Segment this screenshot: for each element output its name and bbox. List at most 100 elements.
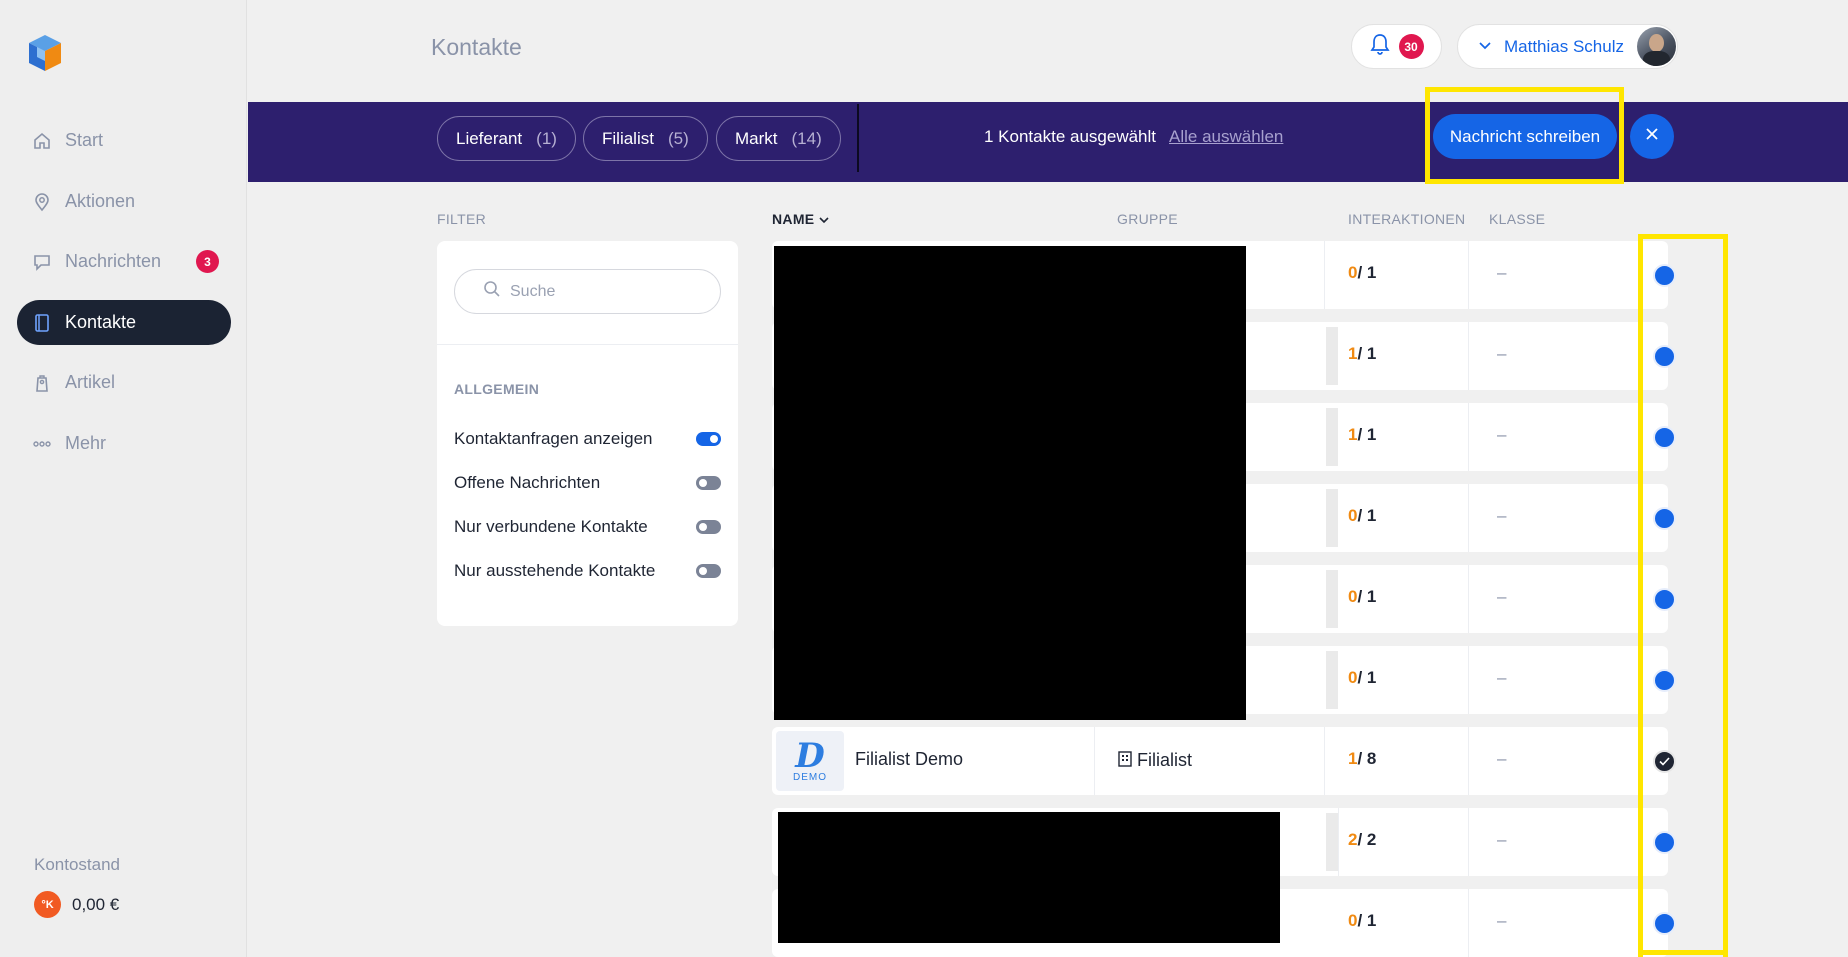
account-balance-value: 0,00 € xyxy=(72,894,120,914)
toggle-kontaktanfragen[interactable] xyxy=(696,432,721,446)
toggle-label: Offene Nachrichten xyxy=(454,473,601,492)
filter-chip-markt[interactable]: Markt (14) xyxy=(716,116,841,161)
coin-icon: °K xyxy=(34,891,61,918)
divider xyxy=(437,344,738,345)
sidebar-item-start[interactable]: Start xyxy=(17,118,231,163)
bell-icon xyxy=(1369,33,1390,60)
interactions-count: 0/ 1 xyxy=(1348,263,1377,282)
class-value: – xyxy=(1497,506,1507,525)
contact-logo: D DEMO xyxy=(776,731,844,791)
filter-chip-lieferant[interactable]: Lieferant (1) xyxy=(437,116,576,161)
sidebar-item-mehr[interactable]: Mehr xyxy=(17,421,231,466)
tag-icon xyxy=(31,372,53,394)
sidebar-item-label: Kontakte xyxy=(65,312,137,332)
filter-heading: FILTER xyxy=(437,211,486,227)
divider xyxy=(857,104,859,172)
sidebar-item-label: Artikel xyxy=(65,372,116,392)
column-header-class[interactable]: KLASSE xyxy=(1489,211,1545,227)
sidebar-item-artikel[interactable]: Artikel xyxy=(17,360,231,405)
class-value: – xyxy=(1497,749,1507,768)
page-title: Kontakte xyxy=(431,34,522,60)
chevron-down-icon xyxy=(1478,38,1492,56)
interactions-count: 0/ 1 xyxy=(1348,668,1377,687)
interactions-count: 0/ 1 xyxy=(1348,911,1377,930)
chip-label: Lieferant xyxy=(456,128,523,148)
interactions-count: 0/ 1 xyxy=(1348,587,1377,606)
column-header-interactions[interactable]: INTERAKTIONEN xyxy=(1348,211,1465,227)
notifications-button[interactable]: 30 xyxy=(1351,24,1442,69)
column-header-group[interactable]: GRUPPE xyxy=(1117,211,1178,227)
class-value: – xyxy=(1497,344,1507,363)
avatar xyxy=(1637,27,1676,66)
send-message-button[interactable]: Nachricht schreiben xyxy=(1433,114,1617,159)
filter-section-title: ALLGEMEIN xyxy=(454,381,540,397)
sidebar: Start Aktionen Nachrichten 3 Kontakte Ar… xyxy=(0,0,247,957)
toggle-row-verbundene-kontakte: Nur verbundene Kontakte xyxy=(454,517,721,537)
user-menu-button[interactable]: Matthias Schulz xyxy=(1457,24,1678,69)
class-value: – xyxy=(1497,263,1507,282)
toggle-label: Nur verbundene Kontakte xyxy=(454,517,648,536)
interactions-count: 0/ 1 xyxy=(1348,506,1377,525)
interactions-count: 2/ 2 xyxy=(1348,830,1377,849)
interactions-count: 1/ 1 xyxy=(1348,344,1377,363)
more-dots-icon xyxy=(31,433,53,455)
toggle-verbundene-kontakte[interactable] xyxy=(696,520,721,534)
class-value: – xyxy=(1497,425,1507,444)
sidebar-item-nachrichten[interactable]: Nachrichten 3 xyxy=(17,239,231,284)
chip-label: Filialist xyxy=(602,128,654,148)
sidebar-item-label: Mehr xyxy=(65,433,107,453)
search-field[interactable] xyxy=(454,269,721,314)
sidebar-item-aktionen[interactable]: Aktionen xyxy=(17,179,231,224)
sidebar-item-kontakte[interactable]: Kontakte xyxy=(17,300,231,345)
user-name: Matthias Schulz xyxy=(1504,36,1624,56)
location-icon xyxy=(31,191,53,213)
interactions-count: 1/ 1 xyxy=(1348,425,1377,444)
filter-panel: ALLGEMEIN Kontaktanfragen anzeigen Offen… xyxy=(437,241,738,626)
class-value: – xyxy=(1497,668,1507,687)
chip-label: Markt xyxy=(735,128,778,148)
chip-count: (5) xyxy=(667,128,689,148)
selection-count-text: 1 Kontakte ausgewählt xyxy=(984,127,1157,146)
highlight-column xyxy=(1638,234,1728,957)
close-icon xyxy=(1645,127,1659,146)
toggle-row-ausstehende-kontakte: Nur ausstehende Kontakte xyxy=(454,561,721,581)
search-input[interactable] xyxy=(510,282,710,301)
sidebar-item-label: Nachrichten xyxy=(65,251,162,271)
redacted-area xyxy=(774,246,1246,720)
app-logo[interactable] xyxy=(27,33,63,73)
highlight-column-bottom xyxy=(1638,950,1728,955)
contacts-book-icon xyxy=(31,312,53,334)
sidebar-item-label: Aktionen xyxy=(65,191,136,211)
chat-icon xyxy=(31,251,53,273)
building-icon xyxy=(1116,749,1134,772)
class-value: – xyxy=(1497,911,1507,930)
toggle-label: Kontaktanfragen anzeigen xyxy=(454,429,653,448)
close-selection-button[interactable] xyxy=(1630,114,1674,159)
toggle-row-offene-nachrichten: Offene Nachrichten xyxy=(454,473,721,493)
toggle-ausstehende-kontakte[interactable] xyxy=(696,564,721,578)
notifications-count-badge: 30 xyxy=(1398,34,1424,59)
filter-chip-filialist[interactable]: Filialist (5) xyxy=(583,116,708,161)
chip-count: (1) xyxy=(536,128,557,148)
class-value: – xyxy=(1497,587,1507,606)
column-header-label: NAME xyxy=(772,211,815,227)
interactions-count: 1/ 8 xyxy=(1348,749,1377,768)
sidebar-item-label: Start xyxy=(65,130,104,150)
home-icon xyxy=(31,130,53,152)
chip-count: (14) xyxy=(791,128,822,148)
redacted-area xyxy=(778,812,1280,943)
account-balance-label: Kontostand xyxy=(34,855,121,874)
contact-name: Filialist Demo xyxy=(855,749,964,769)
search-icon xyxy=(483,280,501,303)
column-header-name[interactable]: NAME xyxy=(772,211,829,227)
table-row[interactable]: D DEMO Filialist Demo Filialist 1/ 8 – xyxy=(772,727,1668,795)
chevron-down-icon xyxy=(819,211,829,227)
contact-group: Filialist xyxy=(1116,749,1192,772)
class-value: – xyxy=(1497,830,1507,849)
account-balance: °K 0,00 € xyxy=(34,891,119,918)
toggle-row-kontaktanfragen: Kontaktanfragen anzeigen xyxy=(454,429,721,449)
select-all-link[interactable]: Alle auswählen xyxy=(1169,127,1283,147)
unread-badge: 3 xyxy=(196,250,219,273)
toggle-offene-nachrichten[interactable] xyxy=(696,476,721,490)
toggle-label: Nur ausstehende Kontakte xyxy=(454,561,656,580)
